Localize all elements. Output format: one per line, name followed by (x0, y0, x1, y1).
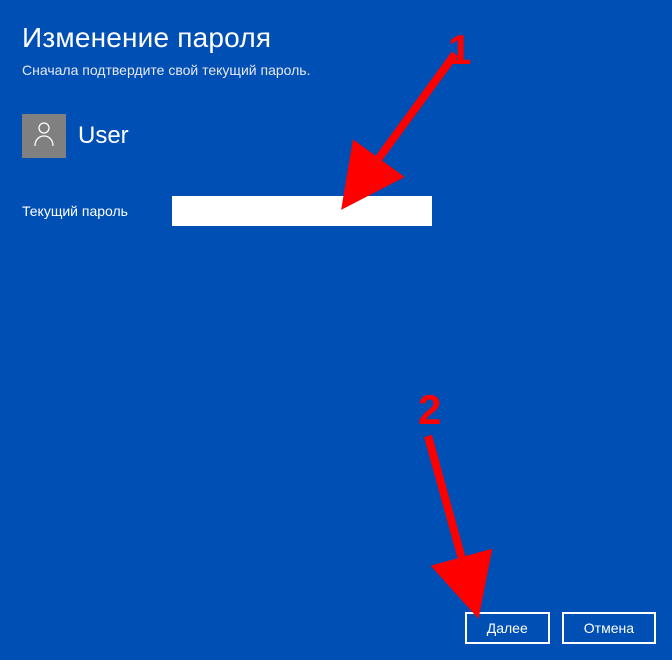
annotation-arrow-2 (408, 418, 508, 618)
annotation-number-2: 2 (418, 386, 441, 434)
annotation-number-1: 1 (448, 26, 471, 74)
person-icon (32, 120, 56, 153)
user-name: User (78, 122, 129, 150)
user-block: User (22, 114, 650, 158)
button-row: Далее Отмена (465, 612, 656, 644)
current-password-row: Текущий пароль (22, 196, 650, 226)
current-password-input[interactable] (172, 196, 432, 226)
page-subtitle: Сначала подтвердите свой текущий пароль. (22, 62, 650, 78)
cancel-button[interactable]: Отмена (562, 612, 656, 644)
page-title: Изменение пароля (22, 22, 650, 54)
current-password-label: Текущий пароль (22, 203, 150, 219)
avatar (22, 114, 66, 158)
next-button[interactable]: Далее (465, 612, 550, 644)
